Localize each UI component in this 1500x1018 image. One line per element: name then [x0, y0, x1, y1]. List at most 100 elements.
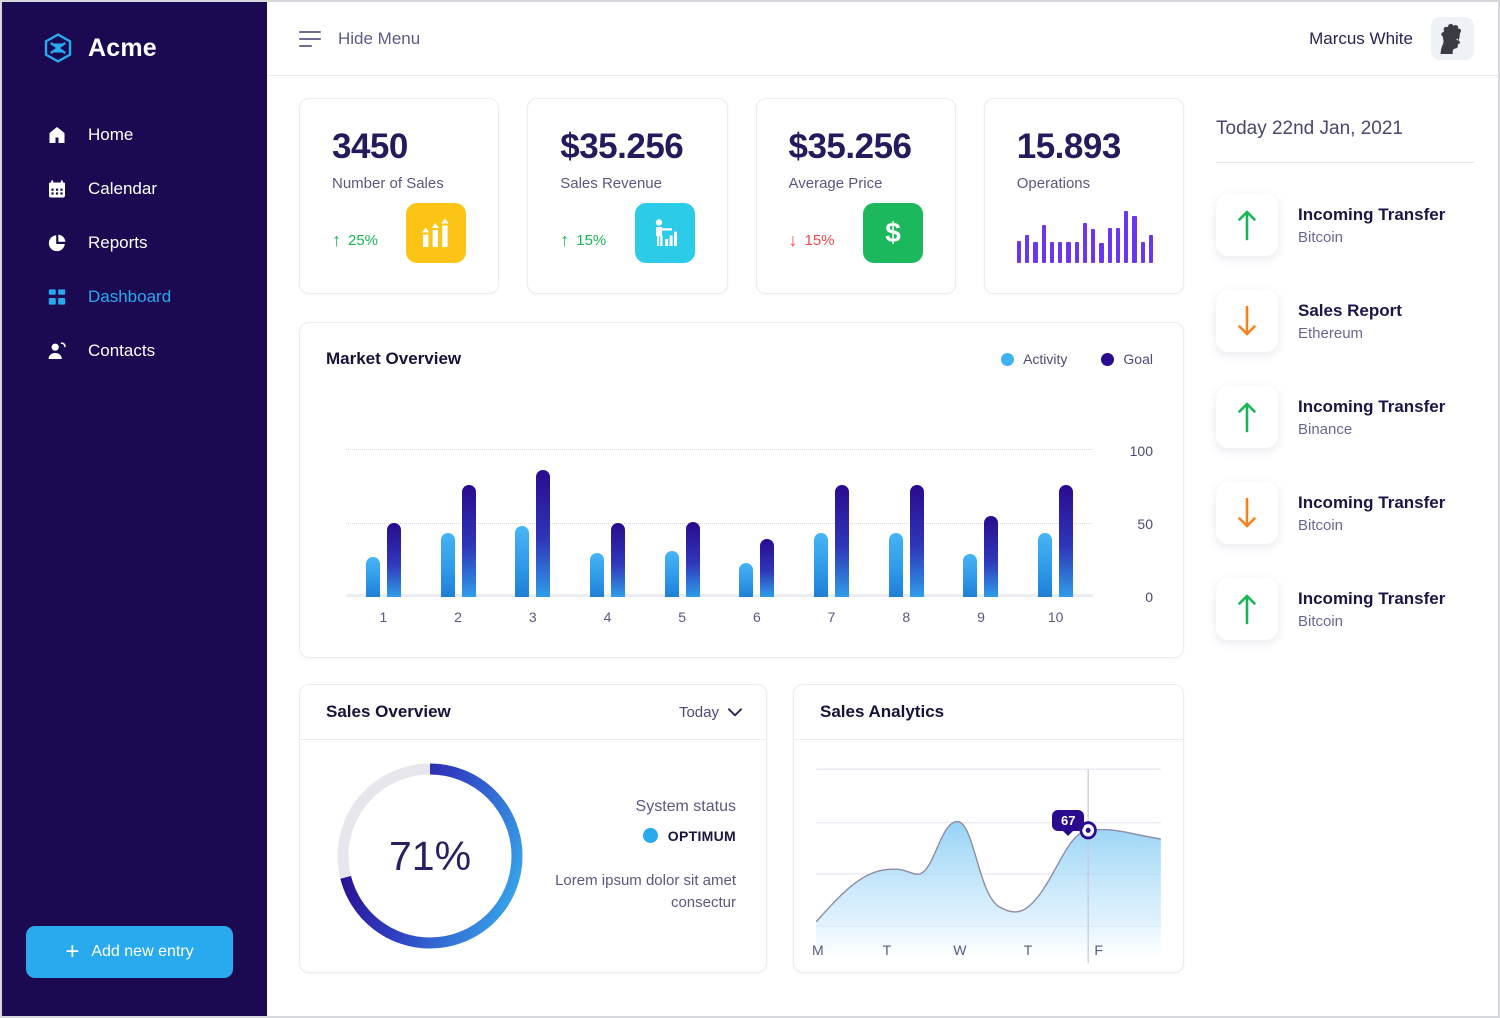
list-item[interactable]: Incoming Transfer Bitcoin [1216, 177, 1474, 273]
hide-menu-button[interactable]: Hide Menu [299, 29, 420, 49]
chart-tooltip: 67 [1052, 810, 1085, 831]
calendar-icon [46, 178, 68, 200]
brand[interactable]: Acme [2, 20, 267, 66]
bar-growth-icon [406, 203, 467, 263]
sparkline-bar [1148, 235, 1153, 263]
bar-activity[interactable] [440, 533, 455, 597]
hamburger-icon [299, 30, 321, 47]
bar-goal[interactable] [835, 484, 850, 597]
list-item[interactable]: Incoming Transfer Binance [1216, 369, 1474, 465]
sales-analytics-header: Sales Analytics [794, 685, 1183, 740]
stat-card-operations: 15.893 Operations [983, 98, 1184, 294]
content: 3450 Number of Sales ↑ 25% $35.256 Sales… [267, 76, 1498, 1016]
bar-activity[interactable] [814, 533, 829, 597]
bar-goal[interactable] [760, 539, 775, 597]
status-badge: OPTIMUM [544, 828, 736, 844]
sparkline-bar [1074, 241, 1079, 263]
list-item[interactable]: Sales Report Ethereum [1216, 273, 1474, 369]
bar-goal[interactable] [909, 484, 924, 597]
sparkline-bar [1099, 243, 1104, 263]
market-overview-header: Market Overview Activity Goal [326, 349, 1153, 369]
mini-bars-sparkline [1016, 199, 1153, 263]
chart-legend: Activity Goal [1001, 351, 1153, 367]
user-name: Marcus White [1309, 28, 1413, 48]
market-overview-title: Market Overview [326, 349, 462, 368]
arrow-down-icon [1216, 290, 1278, 352]
activity-date-label: Today 22nd Jan, 2021 [1216, 118, 1403, 139]
list-item-texts: Incoming Transfer Bitcoin [1298, 589, 1445, 630]
bar-activity[interactable] [963, 554, 978, 597]
add-new-entry-label: Add new entry [91, 943, 194, 960]
sidebar-item-home[interactable]: Home [2, 108, 267, 162]
stat-value: 15.893 [1016, 127, 1122, 166]
sparkline-bar [1132, 215, 1137, 263]
x-tick-label: 7 [827, 609, 836, 625]
sparkline-bar [1025, 234, 1030, 263]
brand-name: Acme [88, 33, 157, 62]
sidebar-item-label: Dashboard [88, 287, 172, 306]
topbar-user[interactable]: Marcus White [1309, 17, 1474, 60]
range-label: Today [678, 703, 719, 721]
pie-chart-icon [46, 232, 68, 254]
list-item[interactable]: Incoming Transfer Bitcoin [1216, 465, 1474, 561]
sales-overview-title: Sales Overview [326, 702, 451, 721]
bar-activity[interactable] [365, 557, 380, 597]
sidebar-item-calendar[interactable]: Calendar [2, 162, 267, 216]
legend-item-activity[interactable]: Activity [1001, 351, 1067, 367]
bar-group [421, 449, 496, 597]
bar-goal[interactable] [685, 521, 700, 597]
grid-icon [46, 286, 68, 308]
stat-cards-row: 3450 Number of Sales ↑ 25% $35.256 Sales… [299, 98, 1184, 294]
y-tick-label: 50 [1137, 516, 1153, 532]
legend-item-goal[interactable]: Goal [1101, 351, 1153, 367]
transaction-title: Sales Report [1298, 300, 1402, 320]
stat-value: $35.256 [560, 127, 684, 166]
bar-goal[interactable] [386, 523, 401, 597]
stat-card-number-of-sales: 3450 Number of Sales ↑ 25% [299, 98, 500, 294]
range-dropdown[interactable]: Today [679, 704, 742, 721]
sparkline-bar [1124, 210, 1129, 263]
chevron-down-icon [728, 707, 742, 716]
stat-label: Sales Revenue [560, 174, 662, 192]
bar-activity[interactable] [664, 551, 679, 597]
transaction-currency: Ethereum [1298, 324, 1364, 342]
bar-goal[interactable] [536, 469, 551, 597]
bar-activity[interactable] [1038, 533, 1053, 597]
stat-label: Number of Sales [332, 174, 444, 192]
x-tick-label: T [882, 942, 892, 958]
bar-activity[interactable] [589, 552, 604, 597]
y-tick-label: 100 [1129, 443, 1153, 459]
stat-delta: ↑ 25% [332, 231, 378, 249]
sidebar-item-dashboard[interactable]: Dashboard [2, 270, 267, 324]
dashboard-app: Acme Home Calendar Reports Dashboard Con… [0, 0, 1500, 1018]
sales-donut-chart: 71% [332, 758, 528, 954]
hexagon-x-logo-icon [42, 32, 74, 64]
sales-analytics-body: 67 M T W T F [794, 740, 1183, 972]
add-new-entry-button[interactable]: + Add new entry [26, 926, 233, 978]
list-item[interactable]: Incoming Transfer Bitcoin [1216, 561, 1474, 657]
x-tick-label: 5 [678, 609, 687, 625]
bar-group [869, 449, 944, 597]
avatar[interactable] [1431, 17, 1474, 60]
bar-activity[interactable] [739, 562, 754, 597]
x-tick-label: F [1094, 942, 1103, 958]
main-area: Hide Menu Marcus White 3450 Number of Sa… [267, 2, 1498, 1016]
bar-activity[interactable] [888, 533, 903, 597]
bar-goal[interactable] [610, 523, 625, 597]
bar-goal[interactable] [1059, 484, 1074, 597]
sparkline-bar [1033, 241, 1038, 263]
y-tick-label: 0 [1145, 589, 1153, 605]
transaction-currency: Binance [1298, 420, 1353, 438]
topbar: Hide Menu Marcus White [267, 2, 1498, 76]
sidebar-item-contacts[interactable]: Contacts [2, 324, 267, 378]
legend-label: Goal [1123, 351, 1153, 367]
bar-activity[interactable] [515, 525, 530, 597]
home-icon [46, 124, 68, 146]
bar-goal[interactable] [984, 515, 999, 597]
sidebar-item-reports[interactable]: Reports [2, 216, 267, 270]
arrow-up-icon [1216, 386, 1278, 448]
status-value: OPTIMUM [667, 827, 736, 844]
market-bars [346, 449, 1093, 597]
bar-goal[interactable] [461, 484, 476, 597]
arrow-up-icon [1216, 194, 1278, 256]
